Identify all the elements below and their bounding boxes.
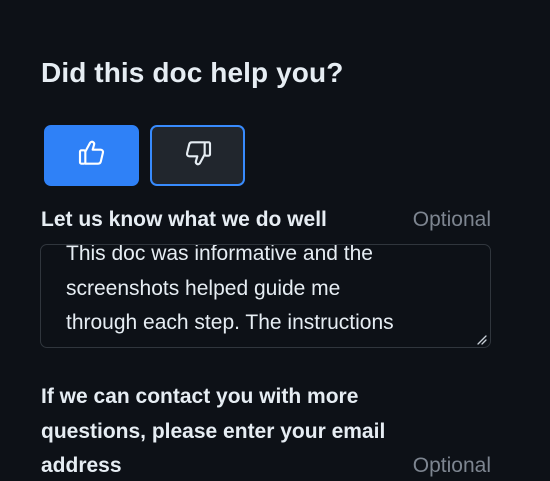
thumbs-up-icon: [76, 137, 108, 174]
comment-label: Let us know what we do well: [41, 208, 327, 231]
feedback-title: Did this doc help you?: [41, 57, 344, 88]
comment-label-row: Let us know what we do well Optional: [41, 203, 491, 237]
comment-optional-tag: Optional: [412, 208, 491, 231]
thumbs-up-button[interactable]: [44, 125, 139, 186]
comment-text: This doc was informative and the screensh…: [66, 244, 481, 341]
comment-line: through each step. The instructions: [66, 311, 394, 334]
email-optional-tag: Optional: [412, 454, 491, 477]
comment-textarea[interactable]: This doc was informative and the screensh…: [40, 244, 491, 348]
thumbs-down-button[interactable]: [150, 125, 245, 186]
comment-line: This doc was informative and the: [66, 244, 373, 265]
comment-line: screenshots helped guide me: [66, 276, 341, 300]
thumbs-down-icon: [182, 137, 214, 174]
email-label: If we can contact you with more question…: [41, 385, 386, 477]
resize-handle-icon[interactable]: [475, 332, 487, 345]
